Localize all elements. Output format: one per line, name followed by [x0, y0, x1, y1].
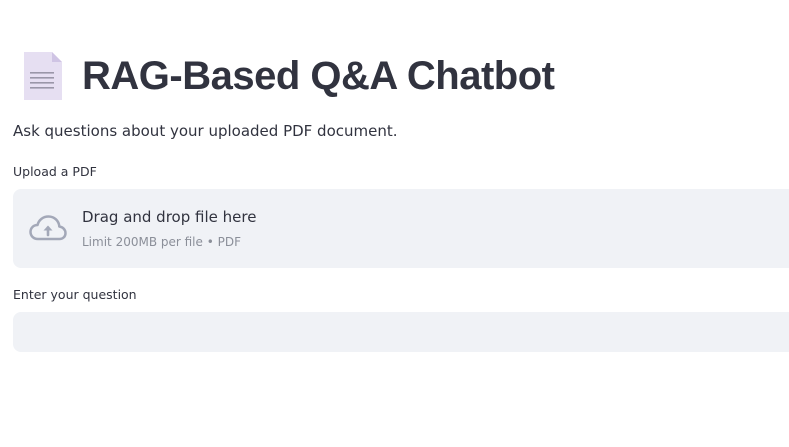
question-input[interactable]: [13, 312, 789, 352]
cloud-upload-icon: [29, 215, 67, 241]
document-icon: [24, 52, 62, 100]
upload-label: Upload a PDF: [13, 164, 97, 179]
page-subtitle: Ask questions about your uploaded PDF do…: [13, 122, 398, 140]
page-title: RAG-Based Q&A Chatbot: [82, 54, 555, 98]
question-label: Enter your question: [13, 287, 137, 302]
file-dropzone[interactable]: Drag and drop file here Limit 200MB per …: [13, 189, 789, 268]
dropzone-file-limit: Limit 200MB per file • PDF: [82, 235, 241, 249]
app-page: RAG-Based Q&A Chatbot Ask questions abou…: [0, 0, 789, 447]
dropzone-instructions: Drag and drop file here: [82, 208, 257, 226]
page-header: RAG-Based Q&A Chatbot: [20, 50, 555, 102]
